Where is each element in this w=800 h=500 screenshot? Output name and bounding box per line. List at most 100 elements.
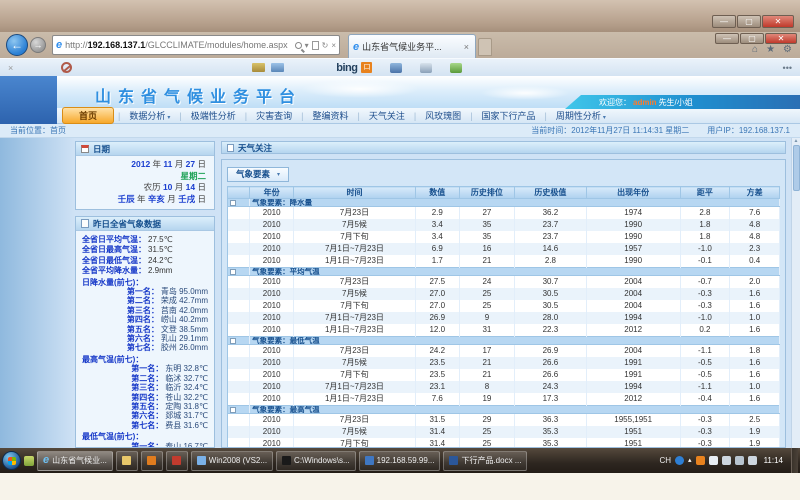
back-button[interactable]: ← (6, 34, 28, 56)
search-icon[interactable] (295, 42, 302, 49)
address-bar[interactable]: e http://192.168.137.1/GLCCLIMATE/module… (52, 35, 340, 55)
window-button-0[interactable]: Win2008 (VS2... (191, 451, 273, 471)
nav-item-7[interactable]: 国家下行产品 (473, 109, 545, 122)
table-row[interactable]: 20107月5候31.42535.31951-0.31.9 (228, 426, 780, 438)
row-checkbox-cell (228, 231, 250, 243)
active-window-button[interactable]: e 山东省气候业... (37, 451, 113, 471)
language-indicator[interactable]: CH (659, 456, 671, 465)
group-row[interactable]: 气象要素：降水量 (228, 199, 780, 207)
nav-item-5[interactable]: 天气关注 (360, 109, 414, 122)
taskbar-pinned-explorer-folder-icon[interactable] (116, 451, 138, 471)
table-row[interactable]: 20101月1日~7月23日7.61917.32012-0.41.6 (228, 393, 780, 406)
blocker-icon[interactable] (61, 62, 72, 73)
nav-item-8[interactable]: 周期性分析▾ (547, 109, 615, 122)
app-blue-round-icon[interactable] (675, 456, 684, 465)
app-fox-icon[interactable] (696, 456, 705, 465)
taskbar-clock[interactable]: 11:14 (764, 456, 783, 465)
toolbar-bird-icon[interactable] (420, 63, 432, 73)
compatibility-view-icon[interactable] (312, 41, 319, 50)
table-row[interactable]: 20107月23日2.92736.219742.87.6 (228, 207, 780, 220)
taskbar-pinned-app-orange-icon[interactable] (141, 451, 163, 471)
table-row[interactable]: 20107月23日31.52936.31955,1951-0.32.5 (228, 414, 780, 427)
home-icon[interactable]: ⌂ (752, 44, 758, 55)
volume-icon[interactable] (748, 456, 757, 465)
network-icon[interactable] (722, 456, 731, 465)
browser-tab[interactable]: e 山东省气候业务平... × (348, 34, 476, 58)
nav-item-1[interactable]: 数据分析▾ (120, 109, 179, 122)
card-icon[interactable] (252, 63, 265, 72)
group-row[interactable]: 气象要素：平均气温 (228, 268, 780, 276)
window-button-3[interactable]: 下行产品.docx ... (443, 451, 527, 471)
table-row[interactable]: 20107月下旬3.43523.719901.84.8 (228, 231, 780, 243)
checkbox-icon[interactable] (230, 200, 236, 206)
envelope-icon[interactable] (271, 63, 284, 72)
filter-button[interactable]: 气象要素 ▾ (227, 167, 289, 182)
close-button[interactable]: ✕ (762, 15, 794, 28)
settings-gear-icon[interactable]: ⚙ (783, 44, 792, 55)
table-cell: 2012 (586, 324, 680, 337)
ie-maximize-button[interactable]: ▢ (740, 33, 764, 44)
scroll-up-icon[interactable]: ▲ (792, 138, 800, 144)
table-cell: 3.4 (415, 219, 459, 231)
table-row[interactable]: 20107月1日~7月23日23.1824.31994-1.11.0 (228, 381, 780, 393)
hidden-icons-chevron[interactable]: ▴ (688, 456, 692, 465)
table-cell: -0.3 (680, 288, 730, 300)
refresh-icon[interactable]: ↻ (322, 41, 329, 50)
page-scrollbar[interactable]: ▲ (791, 138, 800, 448)
scroll-thumb[interactable] (793, 145, 800, 191)
table-row[interactable]: 20107月5候23.52126.61991-0.51.6 (228, 357, 780, 369)
group-row[interactable]: 气象要素：最高气温 (228, 406, 780, 414)
nav-item-2[interactable]: 极端性分析 (182, 109, 245, 122)
table-row[interactable]: 20107月5候27.02530.52004-0.31.6 (228, 288, 780, 300)
bing-logo[interactable]: bing (336, 62, 357, 74)
table-row[interactable]: 20107月23日24.21726.92004-1.11.8 (228, 345, 780, 358)
calendar-line: 星期二 (84, 171, 206, 183)
rank-label: 第一名： (131, 364, 163, 373)
ie-close-button[interactable]: ✕ (765, 33, 797, 44)
window-button-1[interactable]: C:\Windows\s... (276, 451, 356, 471)
table-row[interactable]: 20107月23日27.52430.72004-0.72.0 (228, 276, 780, 289)
table-row[interactable]: 20107月下旬27.02530.52004-0.31.6 (228, 300, 780, 312)
window-button-2[interactable]: 192.168.59.99... (359, 451, 441, 471)
maximize-button[interactable]: ▢ (737, 15, 761, 28)
table-row[interactable]: 20107月5候3.43523.719901.84.8 (228, 219, 780, 231)
rank-value: 临沂 32.4℃ (165, 383, 208, 392)
show-desktop-button[interactable] (791, 448, 798, 473)
new-tab-button[interactable] (478, 38, 492, 56)
tab-close-icon[interactable]: × (462, 42, 471, 52)
checkbox-icon[interactable] (230, 338, 236, 344)
update-icon[interactable] (735, 456, 744, 465)
search-dropdown-icon[interactable]: ▾ (305, 41, 309, 50)
stop-icon[interactable]: × (331, 41, 336, 50)
toolbar-close-icon[interactable]: × (8, 63, 13, 73)
weather-data-panel: 昨日全省气象数据 全省日平均气温：27.5℃全省日最高气温：31.5℃全省日最低… (75, 216, 215, 448)
start-button[interactable] (2, 451, 21, 470)
table-row[interactable]: 20107月下旬23.52126.61991-0.51.6 (228, 369, 780, 381)
table-row[interactable]: 20107月1日~7月23日6.91614.61957-1.02.3 (228, 243, 780, 255)
welcome-prefix: 欢迎您： (599, 97, 631, 108)
action-center-flag-icon[interactable] (709, 456, 718, 465)
toolbar-people-icon[interactable] (450, 63, 462, 73)
group-row[interactable]: 气象要素：最低气温 (228, 337, 780, 345)
nav-item-3[interactable]: 灾害查询 (247, 109, 301, 122)
checkbox-icon[interactable] (230, 407, 236, 413)
favorites-star-icon[interactable]: ★ (766, 44, 775, 55)
welcome-user: admin (633, 98, 657, 107)
nav-item-4[interactable]: 整编资料 (303, 109, 357, 122)
table-row[interactable]: 20101月1日~7月23日1.7212.81990-0.10.4 (228, 255, 780, 268)
minimize-button[interactable]: — (712, 15, 736, 28)
taskbar-pinned-media-player-icon[interactable] (166, 451, 188, 471)
toolbar-binoculars-icon[interactable] (390, 63, 402, 73)
table-row[interactable]: 20107月下旬31.42535.31951-0.31.9 (228, 438, 780, 448)
checkbox-icon[interactable] (230, 269, 236, 275)
table-row[interactable]: 20101月1日~7月23日12.03122.320120.21.6 (228, 324, 780, 337)
table-row[interactable]: 20107月1日~7月23日26.9928.01994-1.01.0 (228, 312, 780, 324)
more-options-icon[interactable]: ••• (783, 63, 792, 73)
table-cell: 36.2 (515, 207, 587, 220)
forward-button[interactable]: → (30, 37, 46, 53)
nav-item-0[interactable]: 首页 (62, 107, 114, 124)
ie-minimize-button[interactable]: — (715, 33, 739, 44)
taskbar-small-icon[interactable] (24, 456, 34, 466)
bing-tile-icon[interactable]: 口 (361, 62, 372, 73)
nav-item-6[interactable]: 风玫瑰图 (416, 109, 470, 122)
